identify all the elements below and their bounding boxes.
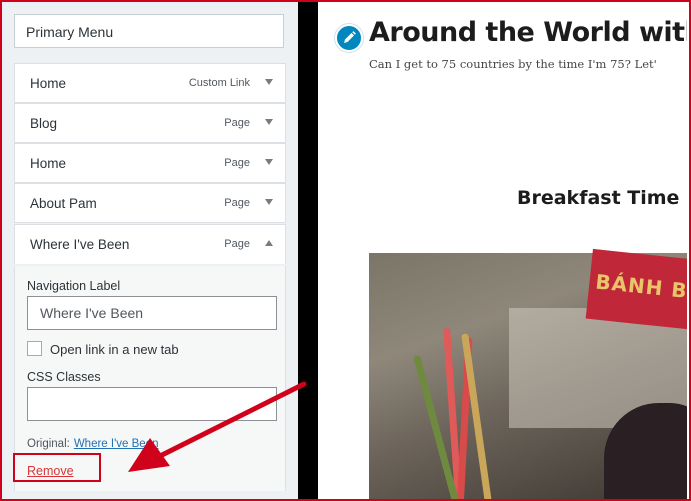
annotation-arrow-shaft bbox=[159, 381, 307, 458]
annotation-arrow bbox=[128, 381, 307, 472]
